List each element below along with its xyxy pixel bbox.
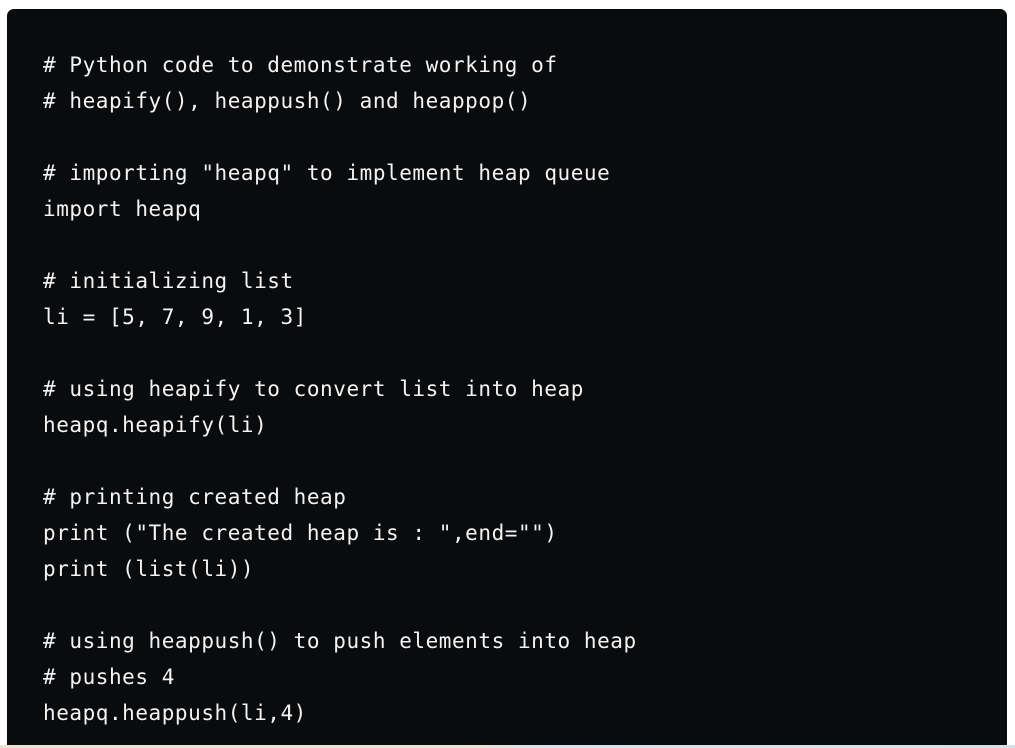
code-content: # Python code to demonstrate working of #… [43,47,1007,731]
code-line-assignment: li = [5, 7, 9, 1, 3] [43,305,307,329]
code-line-import: import heapq [43,197,202,221]
code-line-comment: # initializing list [43,269,294,293]
code-block: # Python code to demonstrate working of #… [7,9,1007,748]
code-line-print: print ("The created heap is : ",end="") [43,521,558,545]
code-line-call: heapq.heapify(li) [43,413,268,437]
code-line-comment: # Python code to demonstrate working of [43,53,558,77]
code-line-comment: # heapify(), heappush() and heappop() [43,89,532,113]
page: # Python code to demonstrate working of #… [0,0,1015,748]
code-line-call: heapq.heappush(li,4) [43,701,307,725]
code-line-print: print (list(li)) [43,557,255,581]
code-line-comment: # importing "heapq" to implement heap qu… [43,161,611,185]
code-line-comment: # pushes 4 [43,665,175,689]
code-line-comment: # using heapify to convert list into hea… [43,377,584,401]
code-line-comment: # using heappush() to push elements into… [43,629,637,653]
code-line-comment: # printing created heap [43,485,347,509]
